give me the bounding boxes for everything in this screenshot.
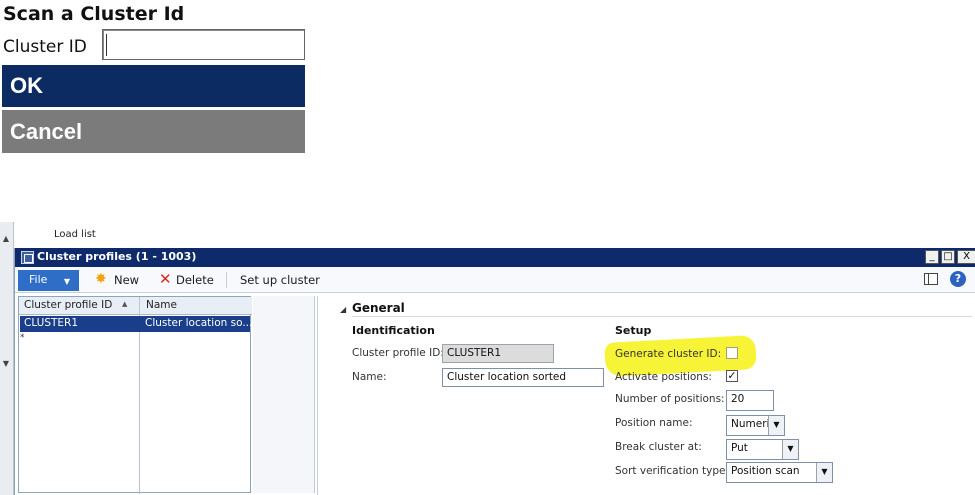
maximize-button[interactable]: □: [941, 250, 955, 264]
section-divider: [352, 316, 972, 317]
sort-verification-type-label: Sort verification type:: [615, 465, 730, 477]
number-of-positions-field[interactable]: 20: [726, 390, 774, 411]
close-button[interactable]: X: [957, 250, 975, 264]
position-name-label: Position name:: [615, 417, 693, 429]
new-row-marker: *: [20, 333, 25, 343]
number-of-positions-label: Number of positions:: [615, 393, 725, 405]
scroll-down-icon[interactable]: ▼: [1, 359, 11, 369]
generate-cluster-id-label: Generate cluster ID:: [615, 348, 722, 360]
table-row[interactable]: CLUSTER1 Cluster location so...: [20, 316, 253, 332]
sort-ascending-icon: ▲: [122, 300, 128, 308]
scroll-up-icon[interactable]: ▲: [1, 234, 11, 244]
setup-heading: Setup: [615, 324, 652, 337]
layout-icon[interactable]: [924, 273, 938, 285]
set-up-cluster-button[interactable]: Set up cluster: [240, 273, 320, 287]
name-label: Name:: [352, 371, 387, 383]
file-menu-label: File: [29, 273, 48, 286]
grid-splitter[interactable]: [253, 296, 315, 493]
window-titlebar: Cluster profiles (1 - 1003) _ □ X: [15, 248, 975, 267]
column-header-name[interactable]: Name: [146, 299, 177, 311]
sort-verification-type-select[interactable]: Position scan ▼: [726, 462, 833, 483]
action-pane: File ▼ ✸ New ✕ Delete Set up cluster ?: [15, 267, 975, 293]
cluster-id-label: Cluster ID: [3, 37, 87, 57]
chevron-down-icon: ▼: [782, 440, 798, 459]
delete-icon: ✕: [159, 270, 172, 288]
activate-positions-label: Activate positions:: [615, 371, 712, 383]
cell-name: Cluster location so...: [145, 317, 253, 329]
chevron-down-icon: ▼: [63, 277, 70, 286]
collapse-arrow-icon[interactable]: ◢: [340, 305, 346, 314]
scan-title: Scan a Cluster Id: [3, 3, 185, 25]
chevron-down-icon: ▼: [816, 463, 832, 482]
cluster-id-input[interactable]: [102, 29, 305, 60]
toolbar-divider: [226, 272, 227, 288]
text-caret: [106, 34, 107, 56]
cell-cluster-profile-id: CLUSTER1: [24, 317, 79, 329]
generate-cluster-id-checkbox[interactable]: [726, 347, 738, 359]
window-title: Cluster profiles (1 - 1003): [37, 250, 197, 263]
section-general-title[interactable]: General: [352, 301, 405, 315]
cluster-profile-id-field[interactable]: CLUSTER1: [442, 344, 554, 363]
cluster-profiles-window: Cluster profiles (1 - 1003) _ □ X File ▼…: [14, 248, 975, 495]
break-cluster-at-select[interactable]: Put ▼: [726, 439, 799, 460]
file-menu-button[interactable]: File ▼: [18, 270, 79, 291]
identification-heading: Identification: [352, 324, 435, 337]
form-icon: [21, 251, 34, 264]
break-cluster-at-label: Break cluster at:: [615, 441, 702, 453]
cancel-button[interactable]: Cancel: [2, 110, 305, 153]
delete-button[interactable]: Delete: [176, 273, 214, 287]
load-list-item[interactable]: Load list: [54, 229, 96, 240]
cluster-profile-grid: Cluster profile ID ▲ Name CLUSTER1 Clust…: [18, 296, 253, 494]
new-button[interactable]: New: [114, 273, 139, 287]
help-icon[interactable]: ?: [950, 271, 966, 287]
chevron-down-icon: ▼: [768, 416, 784, 435]
column-header-cluster-profile-id[interactable]: Cluster profile ID: [24, 299, 112, 311]
grid-header: Cluster profile ID ▲ Name: [19, 297, 252, 315]
name-field[interactable]: Cluster location sorted: [442, 368, 604, 387]
new-icon: ✸: [95, 271, 107, 287]
break-cluster-at-value: Put: [731, 442, 748, 454]
minimize-button[interactable]: _: [925, 250, 939, 264]
activate-positions-checkbox[interactable]: ✓: [726, 370, 738, 382]
ok-button[interactable]: OK: [2, 65, 305, 107]
sort-verification-type-value: Position scan: [731, 465, 800, 477]
position-name-select[interactable]: Numeric ▼: [726, 415, 785, 436]
cluster-profile-id-label: Cluster profile ID:: [352, 347, 444, 359]
